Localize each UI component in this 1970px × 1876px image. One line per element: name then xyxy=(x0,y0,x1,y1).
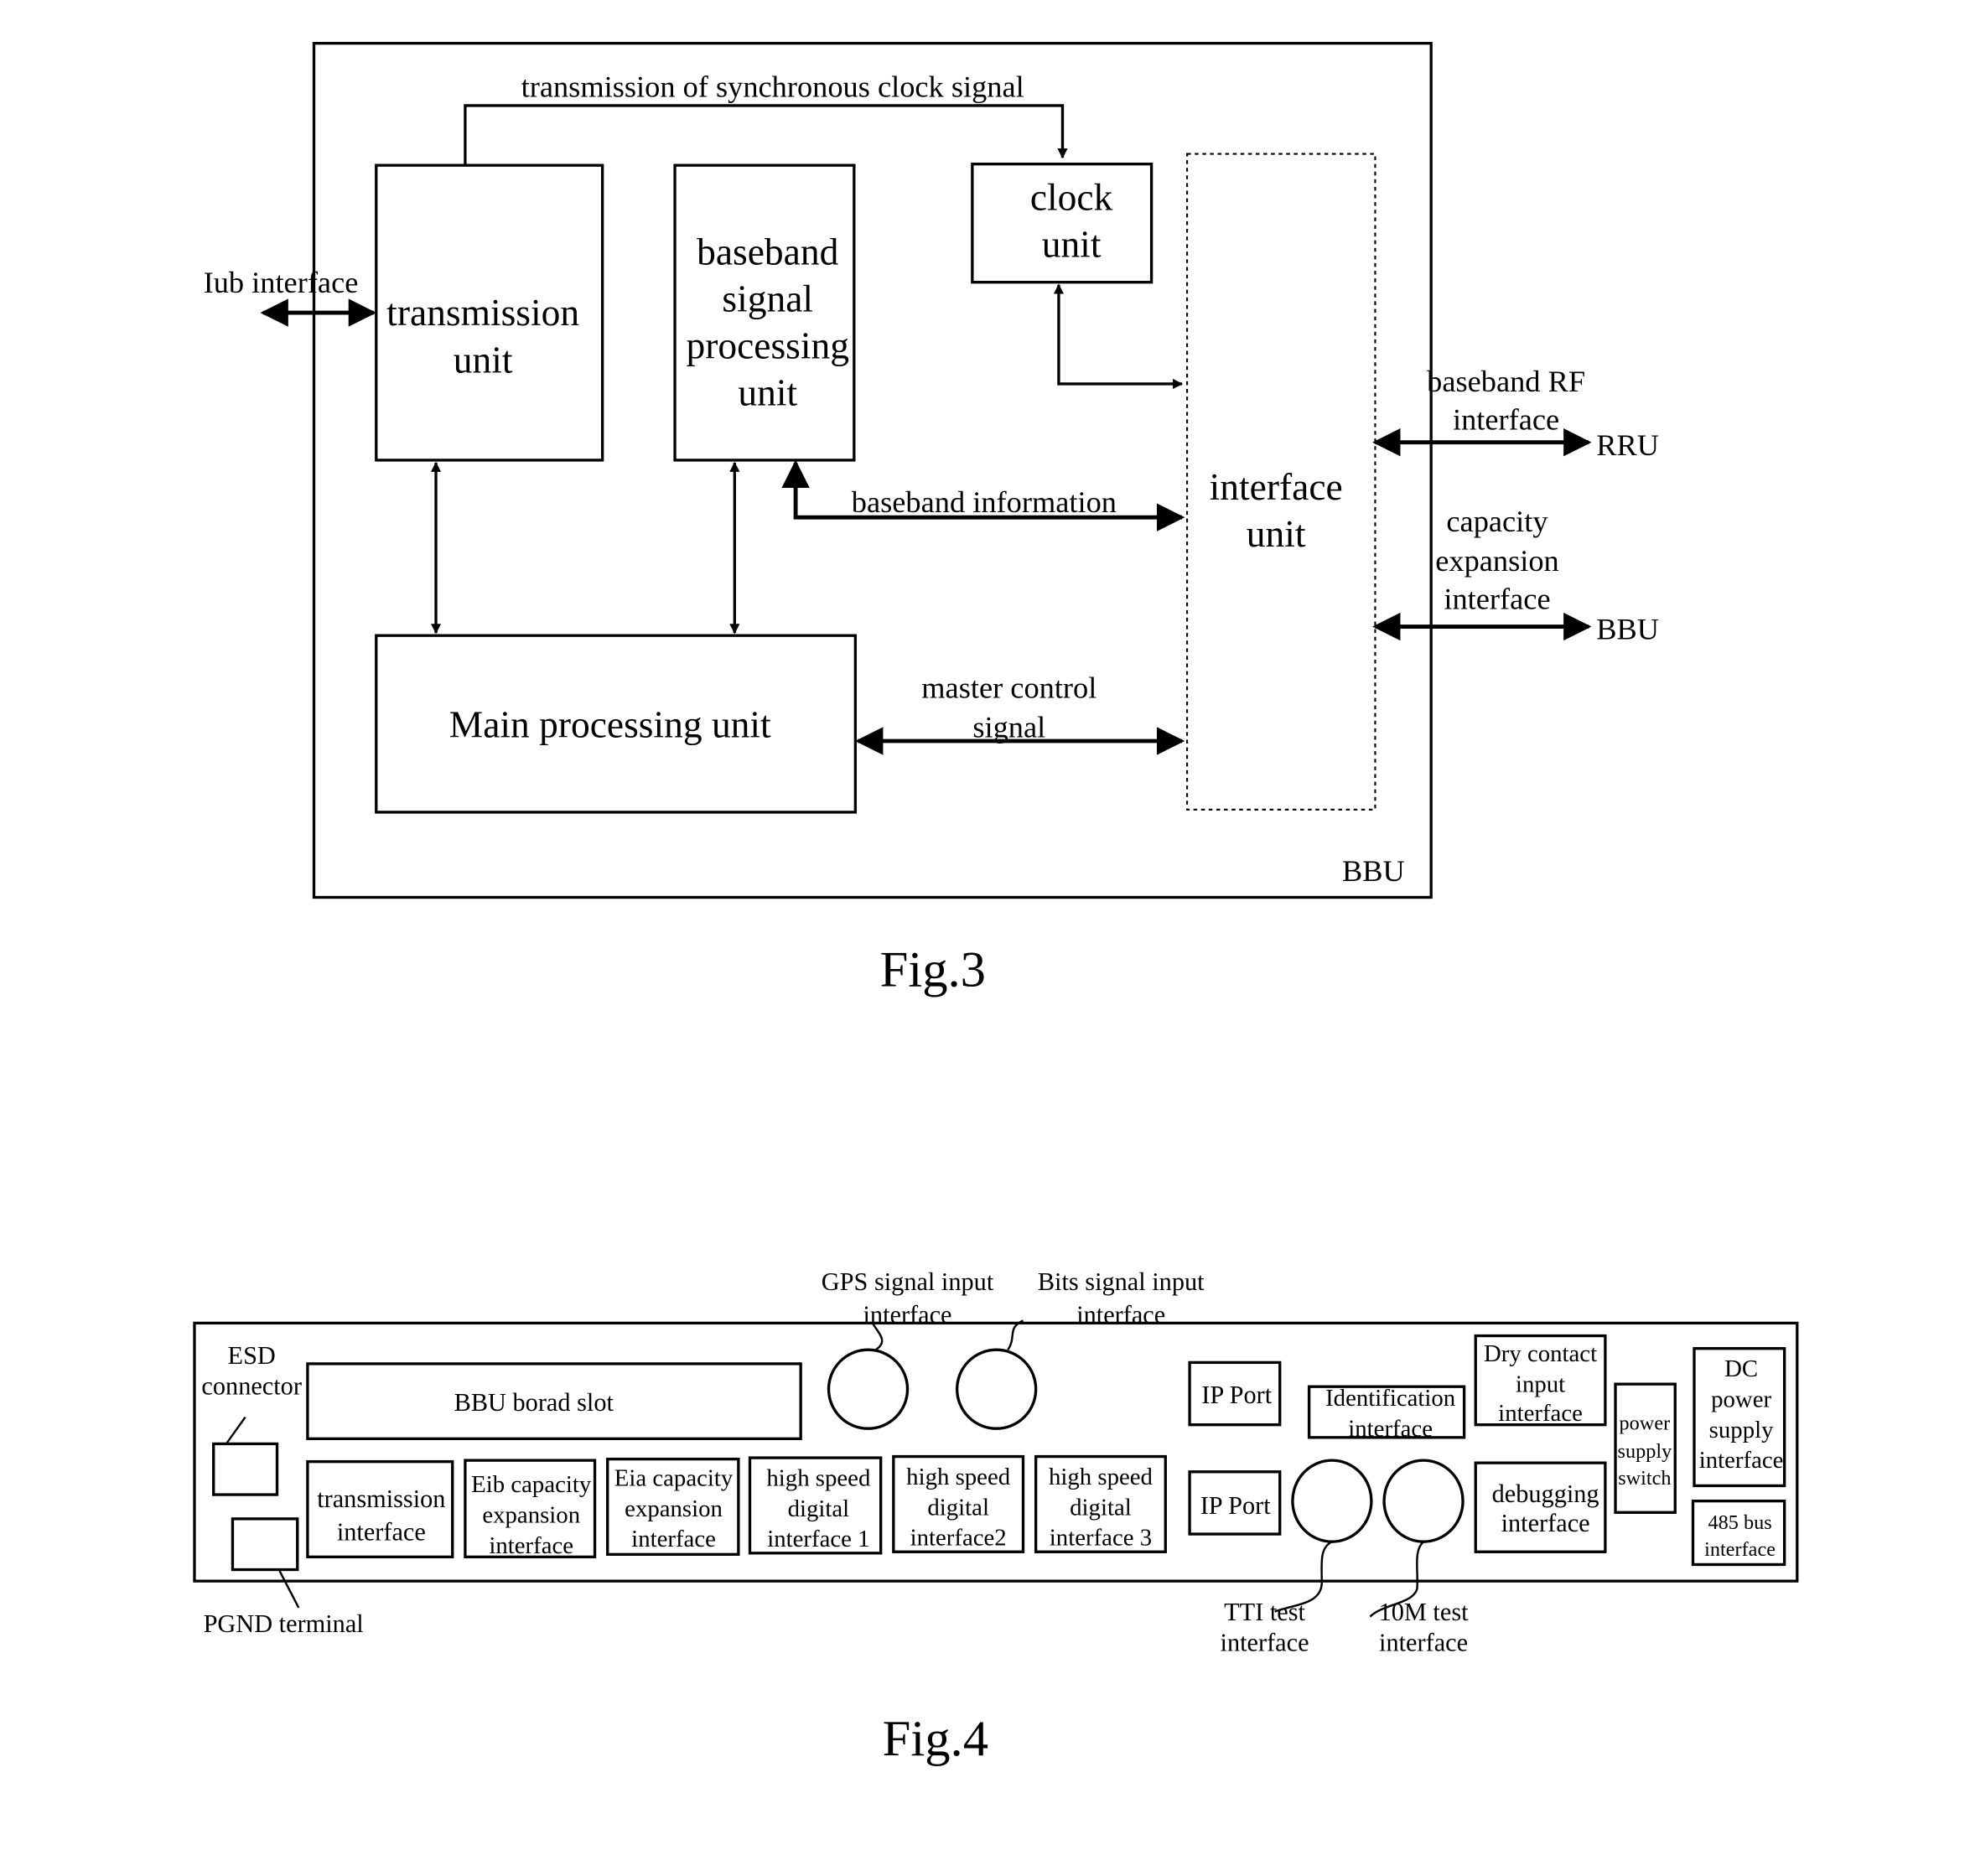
capacity-expansion-label-1: capacity xyxy=(1446,505,1548,538)
identification-label-2: interface xyxy=(1348,1415,1433,1442)
bbu-container-label: BBU xyxy=(1342,854,1405,888)
sync-clock-label: transmission of synchronous clock signal xyxy=(521,70,1024,103)
hsdi2-label-2: digital xyxy=(927,1494,989,1521)
rru-label: RRU xyxy=(1596,428,1659,462)
bbu-board-slot-label: BBU borad slot xyxy=(454,1388,614,1417)
eib-label-2: expansion xyxy=(482,1501,580,1528)
baseband-rf-label-1: baseband RF xyxy=(1427,365,1585,398)
hsdi3-label-2: digital xyxy=(1070,1494,1132,1521)
bits-label-2: interface xyxy=(1076,1300,1165,1329)
esd-label-2: connector xyxy=(201,1371,302,1400)
iub-label: Iub interface xyxy=(204,266,359,299)
main-processing-unit-label: Main processing unit xyxy=(449,702,771,745)
gps-label-1: GPS signal input xyxy=(822,1267,994,1296)
esd-label-1: ESD xyxy=(228,1341,276,1370)
eib-label-3: interface xyxy=(489,1532,573,1559)
dc-power-label-3: supply xyxy=(1709,1417,1774,1443)
identification-label-1: Identification xyxy=(1325,1385,1455,1412)
pgnd-label: PGND terminal xyxy=(204,1609,364,1638)
interface-unit-label-1: interface xyxy=(1210,465,1343,508)
tti-label-2: interface xyxy=(1221,1629,1309,1657)
hsdi1-label-2: digital xyxy=(788,1495,850,1522)
ip-port-top-label: IP Port xyxy=(1201,1381,1273,1409)
485-bus-label-1: 485 bus xyxy=(1708,1511,1772,1534)
debugging-label-1: debugging xyxy=(1492,1480,1599,1508)
dry-contact-label-2: input xyxy=(1516,1371,1565,1397)
debugging-label-2: interface xyxy=(1501,1509,1590,1537)
clock-unit-label-2: unit xyxy=(1042,222,1102,265)
dc-power-label-2: power xyxy=(1711,1386,1771,1412)
fig3-caption: Fig.3 xyxy=(880,942,986,998)
patent-figures: BBU transmission of synchronous clock si… xyxy=(193,41,1799,1767)
hsdi3-label-3: interface 3 xyxy=(1050,1525,1152,1552)
transmission-unit-label-1: transmission xyxy=(386,291,579,334)
bbu-ext-label: BBU xyxy=(1596,613,1659,646)
485-bus-label-2: interface xyxy=(1704,1538,1776,1561)
fig4: ESD connector PGND terminal BBU borad sl… xyxy=(193,1267,1799,1767)
hsdi2-label-3: interface2 xyxy=(910,1525,1007,1552)
fig3: BBU transmission of synchronous clock si… xyxy=(204,41,1659,998)
power-switch-label-3: switch xyxy=(1618,1467,1671,1490)
gps-input-port xyxy=(827,1348,910,1430)
clock-interface-arrow xyxy=(1053,283,1184,390)
eia-label-3: interface xyxy=(631,1526,716,1552)
baseband-info-label: baseband information xyxy=(852,485,1117,519)
bits-label-1: Bits signal input xyxy=(1038,1267,1205,1296)
capacity-expansion-label-3: interface xyxy=(1444,582,1550,615)
sync-clock-arrow xyxy=(464,104,1068,164)
tti-test-port xyxy=(1291,1459,1373,1543)
ip-port-bottom-label: IP Port xyxy=(1200,1491,1272,1520)
baseband-unit-label-3: processing xyxy=(687,324,849,367)
capacity-expansion-label-2: expansion xyxy=(1435,544,1559,578)
10m-label-1: 10M test xyxy=(1379,1598,1470,1626)
baseband-unit-label-1: baseband xyxy=(697,230,838,272)
hsdi3-label-1: high speed xyxy=(1049,1464,1153,1490)
baseband-rf-label-2: interface xyxy=(1453,403,1559,437)
bits-leader xyxy=(1007,1319,1024,1350)
10m-test-port xyxy=(1382,1459,1465,1543)
baseband-unit-label-4: unit xyxy=(738,371,797,414)
transmission-interface-label-2: interface xyxy=(337,1518,426,1547)
pgnd-terminal xyxy=(231,1517,299,1572)
hsdi1-label-1: high speed xyxy=(766,1464,871,1491)
power-switch-label-1: power xyxy=(1620,1412,1671,1435)
eia-label-2: expansion xyxy=(625,1495,723,1522)
10m-label-2: interface xyxy=(1379,1629,1468,1657)
hsdi1-label-3: interface 1 xyxy=(767,1526,869,1552)
bits-input-port xyxy=(955,1348,1038,1430)
pgnd-leader xyxy=(278,1570,300,1609)
esd-leader xyxy=(225,1416,246,1445)
transmission-unit-label-2: unit xyxy=(454,338,513,381)
master-control-label-2: signal xyxy=(972,710,1045,744)
clock-unit-label-1: clock xyxy=(1030,175,1113,218)
eia-label-1: Eia capacity xyxy=(614,1464,734,1491)
transmission-interface-label-1: transmission xyxy=(317,1485,445,1513)
gps-label-2: interface xyxy=(863,1300,952,1329)
power-switch-label-2: supply xyxy=(1618,1440,1673,1463)
tti-label-1: TTI test xyxy=(1224,1598,1305,1626)
eib-label-1: Eib capacity xyxy=(471,1471,592,1498)
esd-connector xyxy=(212,1442,279,1496)
dry-contact-label-3: interface xyxy=(1498,1400,1583,1427)
hsdi2-label-1: high speed xyxy=(906,1464,1011,1490)
dc-power-label-1: DC xyxy=(1724,1355,1758,1382)
baseband-unit-label-2: signal xyxy=(722,277,813,320)
interface-unit-label-2: unit xyxy=(1247,512,1306,555)
dry-contact-label-1: Dry contact xyxy=(1484,1340,1597,1367)
master-control-label-1: master control xyxy=(921,671,1096,704)
dc-power-label-4: interface xyxy=(1699,1447,1784,1474)
fig4-caption: Fig.4 xyxy=(883,1711,988,1767)
